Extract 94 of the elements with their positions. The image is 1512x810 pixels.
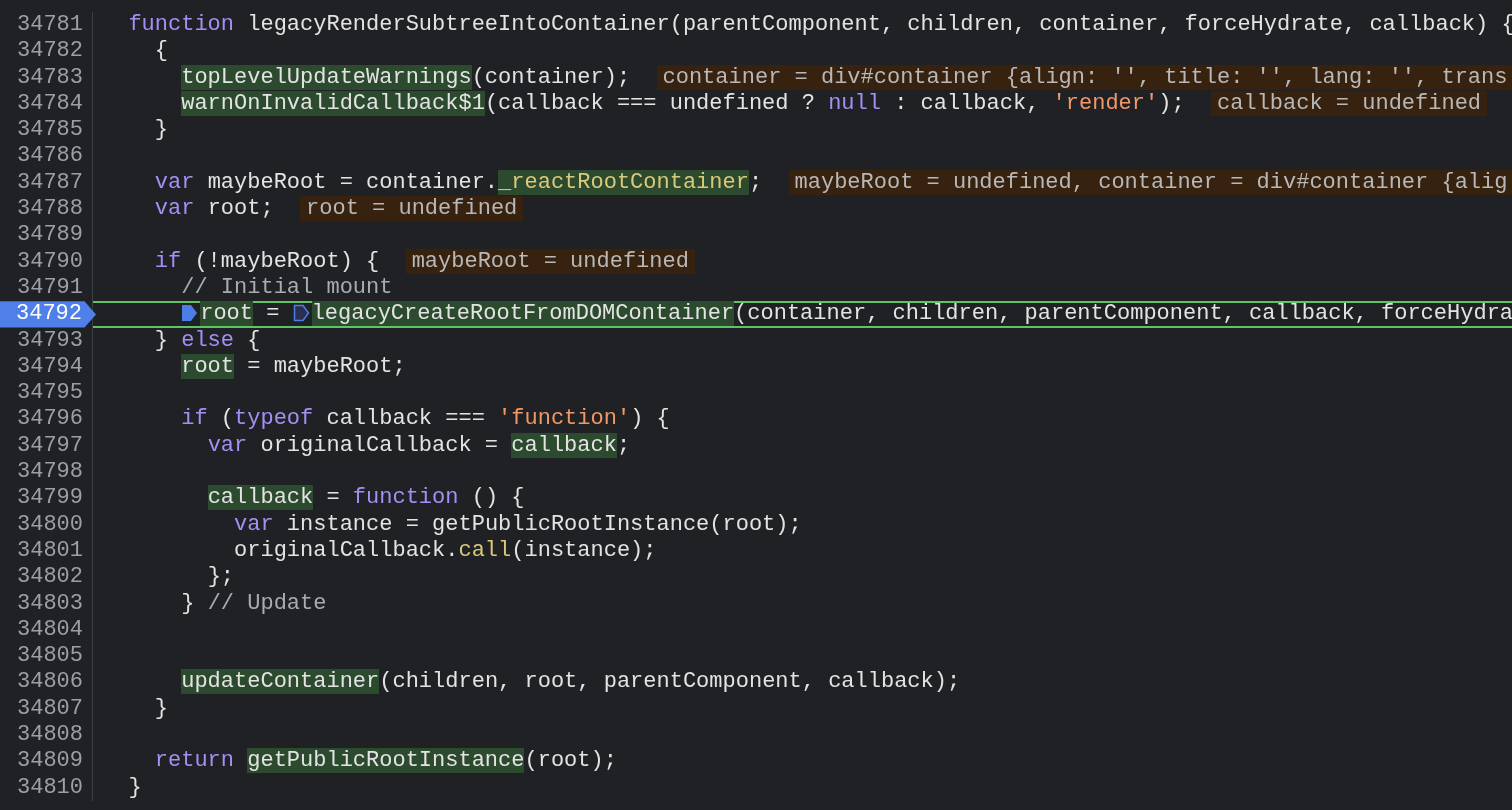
inline-value: callback = undefined [1211,90,1488,116]
highlighted-identifier: topLevelUpdateWarnings [181,64,472,90]
highlighted-identifier: callback [207,485,314,511]
line-number[interactable]: 34806 [0,669,92,696]
code-text: originalCallback. [234,537,459,563]
code-text: = [326,485,341,511]
code-text: = [266,301,281,327]
line-number[interactable]: 34786 [0,143,92,170]
keyword: else [181,327,235,353]
line-number[interactable]: 34809 [0,748,92,775]
line-number[interactable]: 34805 [0,643,92,670]
keyword: if [181,406,208,432]
code-text: (instance); [511,537,657,563]
line-number[interactable]: 34796 [0,406,92,433]
line-number[interactable]: 34810 [0,774,92,801]
code-text: }; [207,564,235,590]
line-number[interactable]: 34793 [0,327,92,354]
code-text: } [154,327,169,353]
code-text: maybeRoot = container. [207,169,499,195]
code-text: (callback === undefined ? [484,90,816,116]
code-text: } [181,590,196,616]
line-number[interactable]: 34803 [0,590,92,617]
code-text: ; [748,169,764,195]
keyword: function [352,485,459,511]
line-number[interactable]: 34797 [0,432,92,460]
code-text: } [154,117,168,143]
keyword: var [154,196,195,222]
code-text: { [247,327,261,353]
line-number[interactable]: 34787 [0,169,92,197]
highlighted-identifier: legacyCreateRootFromDOMContainer [311,301,735,327]
line-number[interactable]: 34802 [0,564,92,591]
code-text: : callback, [894,90,1041,116]
line-number[interactable]: 34795 [0,380,92,407]
line-number[interactable]: 34790 [0,248,92,275]
highlighted-identifier: root [200,301,254,327]
line-number[interactable]: 34807 [0,695,92,722]
line-number[interactable]: 34791 [0,274,92,302]
breakpoint-line-number[interactable]: 34792 [0,301,96,328]
code-text: originalCallback = [260,432,500,458]
line-number[interactable]: 34794 [0,353,92,381]
highlighted-identifier: warnOnInvalidCallback$1 [181,90,485,116]
code-comment: // Initial mount [181,274,393,300]
line-number[interactable]: 34781 [0,12,92,39]
keyword: var [154,169,195,195]
code-text: root; [207,196,275,222]
code-text: } [154,695,168,721]
code-text: (container); [471,64,632,90]
line-number[interactable]: 34789 [0,222,92,249]
code-text: callback === [326,406,486,432]
line-number[interactable]: 34785 [0,117,92,144]
string-literal: 'render' [1052,90,1159,116]
code-text: (container, children, parentComponent, callback, forceHydra [734,301,1512,327]
keyword: var [207,432,248,458]
code-text: { [154,38,168,64]
code-text: (root); [524,748,617,774]
line-number[interactable]: 34801 [0,537,92,565]
method-name: call [458,537,512,563]
code-text: ); [1158,90,1186,116]
line-number[interactable]: 34800 [0,511,92,538]
highlighted-property: _reactRootContainer [498,169,749,195]
inline-value: root = undefined [300,196,524,222]
code-text: ( [220,406,235,432]
code-text: } [128,774,142,800]
highlighted-identifier: updateContainer [181,669,380,695]
keyword: typeof [234,406,314,432]
code-text: (!maybeRoot) { [194,248,381,274]
line-number[interactable]: 34782 [0,38,92,65]
code-text: instance = getPublicRootInstance(root); [286,511,802,537]
keyword: null [828,90,881,116]
code-text: ) { [630,406,670,432]
code-text: (children, root, parentComponent, callback); [379,669,961,695]
code-text: ; [616,432,631,458]
line-number[interactable]: 34804 [0,616,92,644]
keyword: function [128,12,235,37]
line-number[interactable]: 34784 [0,90,92,118]
line-number[interactable]: 34788 [0,196,92,223]
inline-value: maybeRoot = undefined, container = div#container {alig [788,169,1512,195]
keyword: if [154,248,182,274]
highlighted-identifier: callback [511,432,617,458]
highlighted-identifier: root [181,353,235,379]
line-number[interactable]: 34808 [0,722,92,749]
line-number[interactable]: 34783 [0,64,92,91]
inline-value: maybeRoot = undefined [405,248,695,274]
keyword: var [234,511,274,537]
keyword: return [154,748,235,774]
code-text: legacyRenderSubtreeIntoContainer(parentComponent, children, container, forceHydrate, callback) { [247,12,1512,37]
string-literal: 'function' [498,406,631,432]
line-number[interactable]: 34798 [0,459,92,486]
code-text: = maybeRoot; [247,353,406,379]
code-text: () { [471,485,525,511]
line-number[interactable]: 34799 [0,485,92,512]
highlighted-identifier: getPublicRootInstance [247,748,525,774]
code-comment: // Update [207,590,327,616]
inline-value: container = div#container {align: '', title: '', lang: '', trans [656,64,1512,90]
